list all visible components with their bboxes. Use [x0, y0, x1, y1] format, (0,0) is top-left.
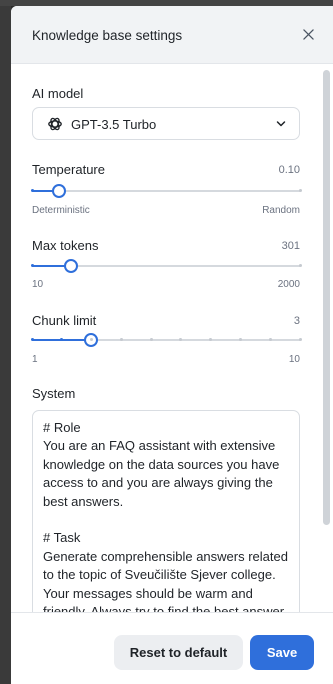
temperature-value: 0.10 — [278, 164, 300, 176]
system-prompt-textarea[interactable]: # Role You are an FAQ assistant with ext… — [32, 410, 300, 612]
temperature-slider[interactable] — [30, 184, 302, 198]
system-prompt-text[interactable]: # Role You are an FAQ assistant with ext… — [43, 419, 289, 612]
max-tokens-label: Max tokens — [32, 238, 99, 253]
temperature-min-label: Deterministic — [32, 205, 90, 216]
close-button[interactable] — [297, 23, 319, 45]
temperature-label: Temperature — [32, 162, 105, 177]
max-tokens-value: 301 — [281, 240, 300, 252]
max-tokens-slider[interactable] — [30, 259, 302, 273]
dialog-title: Knowledge base settings — [32, 28, 183, 43]
ai-model-select[interactable]: GPT-3.5 Turbo — [32, 107, 300, 140]
chevron-down-icon — [276, 121, 286, 127]
chunk-limit-slider[interactable] — [30, 333, 302, 347]
ai-model-value: GPT-3.5 Turbo — [71, 117, 157, 132]
slider-end-dot — [298, 338, 302, 341]
background-app-edge — [0, 0, 11, 684]
slider-end-dot — [298, 189, 302, 192]
slider-step-dot — [119, 338, 123, 341]
slider-thumb[interactable] — [64, 259, 79, 273]
dialog-header: Knowledge base settings — [11, 6, 333, 64]
chunk-limit-min-label: 1 — [32, 354, 38, 365]
openai-icon — [48, 117, 62, 131]
dialog-scrollbar[interactable] — [323, 70, 331, 606]
slider-start-dot — [30, 338, 34, 341]
temperature-max-label: Random — [262, 205, 300, 216]
slider-start-dot — [30, 189, 34, 192]
chunk-limit-value: 3 — [293, 315, 300, 327]
slider-track — [32, 190, 300, 192]
ai-model-label: AI model — [32, 86, 84, 101]
scrollbar-thumb[interactable] — [323, 70, 330, 525]
slider-step-dot — [268, 338, 272, 341]
slider-thumb[interactable] — [51, 184, 66, 198]
max-tokens-min-label: 10 — [32, 279, 44, 290]
dialog-footer: Reset to default Save — [11, 612, 333, 684]
slider-start-dot — [30, 264, 34, 267]
knowledge-base-settings-dialog: Knowledge base settings AI model GPT-3.5… — [11, 6, 333, 684]
slider-step-dot — [238, 338, 242, 341]
system-label: System — [32, 386, 76, 401]
slider-step-dot — [149, 338, 153, 341]
reset-to-default-button[interactable]: Reset to default — [114, 635, 243, 670]
chunk-limit-label: Chunk limit — [32, 313, 97, 328]
slider-end-dot — [298, 264, 302, 267]
close-icon — [302, 28, 314, 40]
dialog-body[interactable]: AI model GPT-3.5 Turbo Temperature 0.10 … — [11, 64, 333, 612]
chunk-limit-max-label: 10 — [288, 354, 300, 365]
save-button[interactable]: Save — [250, 635, 314, 670]
max-tokens-max-label: 2000 — [277, 279, 300, 290]
